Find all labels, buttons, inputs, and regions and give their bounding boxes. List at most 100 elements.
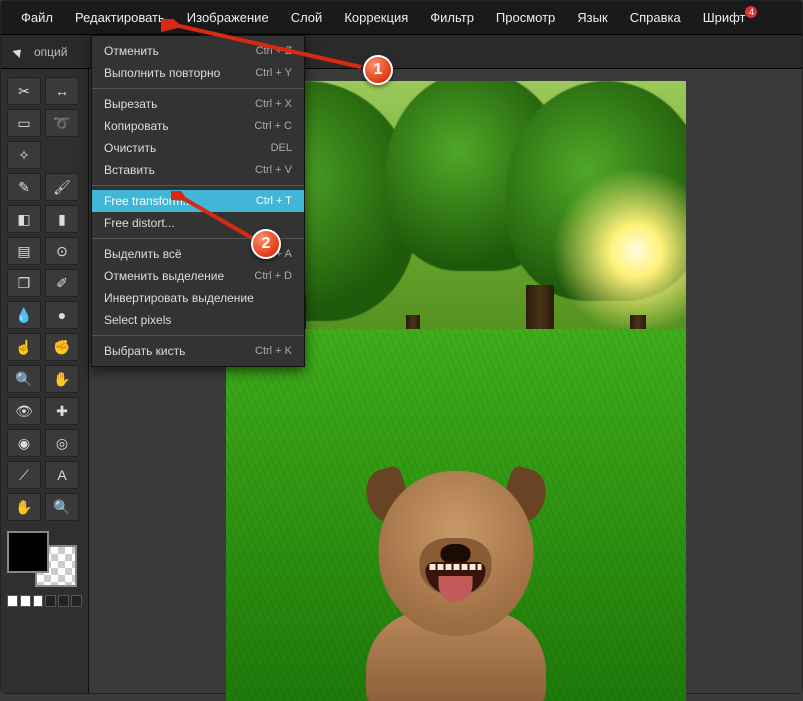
tool-row: ☝✊ — [7, 333, 82, 361]
mini-swatch[interactable] — [20, 595, 31, 607]
tool-heal[interactable]: ✚ — [45, 397, 79, 425]
tool-hand-alt[interactable]: ✋ — [45, 365, 79, 393]
dog-mouth — [426, 562, 486, 594]
tool-color-replace[interactable]: ❐ — [7, 269, 41, 297]
sunlight — [546, 161, 686, 341]
tool-row: 🔍✋ — [7, 365, 82, 393]
menu-separator — [92, 335, 304, 336]
tool-bloat[interactable]: ◉ — [7, 429, 41, 457]
tool-zoom-in[interactable]: 🔍 — [45, 493, 79, 521]
menu-filter[interactable]: Фильтр — [420, 4, 484, 31]
tool-gradient[interactable]: ▤ — [7, 237, 41, 265]
menu-item-shortcut: Ctrl + V — [255, 164, 292, 176]
menu-font[interactable]: Шрифт 4 — [693, 4, 756, 31]
options-bar-text: опций — [34, 45, 67, 59]
menu-font-label: Шрифт — [703, 10, 746, 25]
tool-row: ✂↔ — [7, 77, 82, 105]
cursor-tool-icon[interactable] — [12, 45, 24, 57]
tool-panel: ✂↔▭➰✧✎🖌◧▮▤⊙❐✐💧●☝✊🔍✋👁✚◉◎⟋A✋🔍 — [1, 69, 89, 693]
menu-item-вырезать[interactable]: Вырезать Ctrl + X — [92, 93, 304, 115]
tool-row: ◉◎ — [7, 429, 82, 457]
menu-item-shortcut: Ctrl + X — [255, 98, 292, 110]
menu-item-копировать[interactable]: Копировать Ctrl + C — [92, 115, 304, 137]
menu-item-shortcut: Ctrl + K — [255, 345, 292, 357]
tool-wand[interactable]: ✧ — [7, 141, 41, 169]
dog-snout — [420, 538, 492, 596]
foreground-color[interactable] — [7, 531, 49, 573]
mini-swatch[interactable] — [58, 595, 69, 607]
tool-row: ✎🖌 — [7, 173, 82, 201]
tool-pencil[interactable]: ✎ — [7, 173, 41, 201]
tool-smudge[interactable]: ☝ — [7, 333, 41, 361]
menu-item-label: Отменить — [104, 44, 159, 58]
tool-row: ⟋A — [7, 461, 82, 489]
menu-item-shortcut: Ctrl + C — [254, 120, 292, 132]
menu-item-выбрать-кисть[interactable]: Выбрать кистьCtrl + K — [92, 340, 304, 362]
menu-item-отменить[interactable]: ОтменитьCtrl + Z — [92, 40, 304, 62]
tool-clone[interactable]: ⊙ — [45, 237, 79, 265]
menu-item-label: Select pixels — [104, 313, 171, 327]
mini-swatch[interactable] — [7, 595, 18, 607]
menu-edit[interactable]: Редактировать — [65, 4, 175, 31]
dog-nose — [441, 544, 471, 564]
menu-item-label: Инвертировать выделение — [104, 291, 254, 305]
menu-item-label: Копировать — [104, 119, 169, 133]
menu-item-вставить[interactable]: ВставитьCtrl + V — [92, 159, 304, 181]
tool-brush[interactable]: 🖌 — [45, 173, 79, 201]
tool-liquefy[interactable]: ◎ — [45, 429, 79, 457]
menu-item-label: Выделить всё — [104, 247, 182, 261]
menu-item-free-transform-[interactable]: Free transform... Ctrl + T — [92, 190, 304, 212]
menu-item-label: Очистить — [104, 141, 156, 155]
menu-separator — [92, 88, 304, 89]
menu-image[interactable]: Изображение — [177, 4, 279, 31]
menu-layer[interactable]: Слой — [281, 4, 333, 31]
menubar: Файл Редактировать Изображение Слой Корр… — [1, 1, 802, 35]
tool-row: ✋🔍 — [7, 493, 82, 521]
menu-item-отменить-выделение[interactable]: Отменить выделениеCtrl + D — [92, 265, 304, 287]
tool-blur[interactable]: 💧 — [7, 301, 41, 329]
swatch-mini-row — [7, 595, 82, 607]
tool-type[interactable]: A — [45, 461, 79, 489]
annotation-marker-1: 1 — [363, 55, 393, 85]
mini-swatch[interactable] — [45, 595, 56, 607]
tool-crop[interactable]: ✂ — [7, 77, 41, 105]
menu-item-очистить[interactable]: Очистить DEL — [92, 137, 304, 159]
menu-view[interactable]: Просмотр — [486, 4, 565, 31]
tool-row: ◧▮ — [7, 205, 82, 233]
menu-item-label: Free distort... — [104, 216, 175, 230]
mini-swatch[interactable] — [33, 595, 44, 607]
menu-item-выполнить-повторно[interactable]: Выполнить повторно Ctrl + Y — [92, 62, 304, 84]
menu-item-label: Выполнить повторно — [104, 66, 220, 80]
tool-zoom[interactable]: 🔍 — [7, 365, 41, 393]
tool-pinch[interactable]: ✊ — [45, 333, 79, 361]
menu-item-shortcut: Ctrl + T — [256, 195, 292, 207]
tool-draw[interactable]: ✐ — [45, 269, 79, 297]
tool-sponge[interactable]: ● — [45, 301, 79, 329]
tool-eraser[interactable]: ◧ — [7, 205, 41, 233]
menu-adjustment[interactable]: Коррекция — [334, 4, 418, 31]
tool-move[interactable]: ↔ — [45, 77, 79, 105]
tool-lasso[interactable]: ➰ — [45, 109, 79, 137]
tool-redeye[interactable]: 👁 — [7, 397, 41, 425]
tool-color-picker[interactable]: ⟋ — [7, 461, 41, 489]
tool-paint-bucket[interactable]: ▮ — [45, 205, 79, 233]
menu-file[interactable]: Файл — [11, 4, 63, 31]
dog-tongue — [439, 576, 473, 602]
color-swatch[interactable] — [7, 531, 77, 587]
tool-row: ▤⊙ — [7, 237, 82, 265]
menu-language[interactable]: Язык — [567, 4, 617, 31]
menu-item-shortcut: DEL — [271, 142, 292, 154]
tool-hand[interactable]: ✋ — [7, 493, 41, 521]
menu-item-select-pixels[interactable]: Select pixels — [92, 309, 304, 331]
menu-item-shortcut: Ctrl + Y — [255, 67, 292, 79]
mini-swatch[interactable] — [71, 595, 82, 607]
menu-item-label: Вырезать — [104, 97, 157, 111]
tool-row: ❐✐ — [7, 269, 82, 297]
menu-item-label: Free transform... — [104, 194, 193, 208]
annotation-marker-2: 2 — [251, 229, 281, 259]
menu-help[interactable]: Справка — [620, 4, 691, 31]
menu-item-shortcut: Ctrl + D — [254, 270, 292, 282]
menu-item-инвертировать-выделение[interactable]: Инвертировать выделение — [92, 287, 304, 309]
tool-row: 💧● — [7, 301, 82, 329]
tool-marquee[interactable]: ▭ — [7, 109, 41, 137]
